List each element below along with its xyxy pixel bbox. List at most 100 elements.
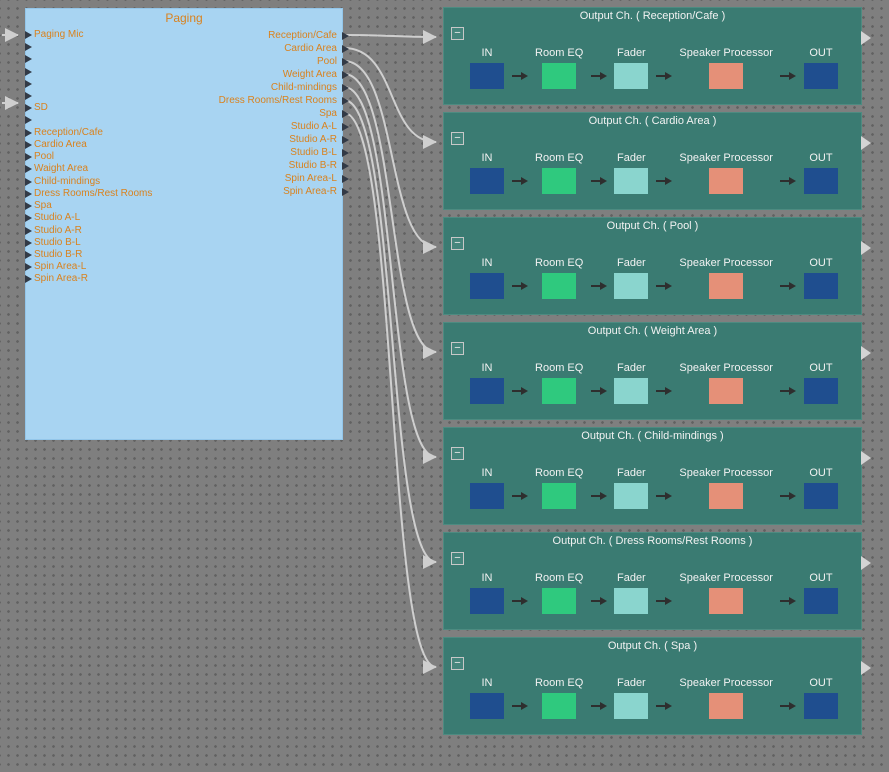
output-channel-block[interactable]: Output Ch. ( Spa ) − IN Room EQ Fader Sp… [443,637,871,735]
module-block[interactable] [614,378,649,404]
output-port-icon[interactable] [861,136,871,150]
input-port-icon[interactable] [25,104,32,112]
collapse-button[interactable]: − [451,552,464,565]
module-fader[interactable]: Fader [614,257,649,299]
module-block[interactable] [803,273,838,299]
module-in[interactable]: IN [470,362,504,404]
module-block[interactable] [803,483,838,509]
input-port-icon[interactable] [25,92,32,100]
module-block[interactable] [542,588,577,614]
module-in[interactable]: IN [470,47,504,89]
output-channel-block[interactable]: Output Ch. ( Child-mindings ) − IN Room … [443,427,871,525]
module-in[interactable]: IN [470,152,504,194]
paging-block[interactable]: Paging Paging Mic SD Reception/Cafe Card… [25,8,349,440]
module-block[interactable] [803,168,838,194]
module-block[interactable] [803,588,838,614]
output-port-icon[interactable] [342,84,349,92]
input-port-icon[interactable] [25,43,32,51]
module-block[interactable] [542,693,577,719]
module-room-eq[interactable]: Room EQ [535,362,583,404]
module-block[interactable] [470,588,504,614]
module-in[interactable]: IN [470,467,504,509]
module-block[interactable] [709,63,744,89]
module-speaker-processor[interactable]: Speaker Processor [679,257,773,299]
collapse-button[interactable]: − [451,27,464,40]
module-block[interactable] [709,693,744,719]
module-room-eq[interactable]: Room EQ [535,47,583,89]
module-out[interactable]: OUT [803,572,838,614]
module-block[interactable] [542,63,577,89]
input-port-icon[interactable] [25,153,32,161]
input-port-icon[interactable] [25,129,32,137]
input-port-icon[interactable] [25,239,32,247]
output-channel-block[interactable]: Output Ch. ( Cardio Area ) − IN Room EQ … [443,112,871,210]
output-port-icon[interactable] [342,45,349,53]
output-port-icon[interactable] [342,97,349,105]
input-port-icon[interactable] [25,190,32,198]
module-block[interactable] [614,588,649,614]
output-port-icon[interactable] [342,123,349,131]
module-block[interactable] [470,483,504,509]
module-block[interactable] [470,168,504,194]
module-block[interactable] [614,63,649,89]
module-block[interactable] [803,693,838,719]
input-port-icon[interactable] [25,55,32,63]
output-port-icon[interactable] [342,110,349,118]
module-fader[interactable]: Fader [614,572,649,614]
module-block[interactable] [470,273,504,299]
module-out[interactable]: OUT [803,152,838,194]
module-block[interactable] [470,63,504,89]
output-port-icon[interactable] [861,31,871,45]
module-speaker-processor[interactable]: Speaker Processor [679,47,773,89]
input-port-icon[interactable] [25,227,32,235]
module-out[interactable]: OUT [803,677,838,719]
module-in[interactable]: IN [470,677,504,719]
connection-wire[interactable] [343,86,437,464]
module-block[interactable] [614,273,649,299]
module-block[interactable] [542,168,577,194]
module-room-eq[interactable]: Room EQ [535,572,583,614]
input-port-icon[interactable] [25,80,32,88]
collapse-button[interactable]: − [451,447,464,460]
module-room-eq[interactable]: Room EQ [535,152,583,194]
output-port-icon[interactable] [342,136,349,144]
module-speaker-processor[interactable]: Speaker Processor [679,677,773,719]
collapse-button[interactable]: − [451,342,464,355]
module-fader[interactable]: Fader [614,152,649,194]
module-speaker-processor[interactable]: Speaker Processor [679,152,773,194]
module-room-eq[interactable]: Room EQ [535,677,583,719]
design-canvas[interactable]: Paging Paging Mic SD Reception/Cafe Card… [0,0,889,772]
collapse-button[interactable]: − [451,237,464,250]
module-block[interactable] [709,273,744,299]
module-block[interactable] [542,483,577,509]
module-block[interactable] [803,378,838,404]
input-port-icon[interactable] [25,202,32,210]
input-port-icon[interactable] [25,275,32,283]
input-port-icon[interactable] [25,31,32,39]
output-channel-block[interactable]: Output Ch. ( Reception/Cafe ) − IN Room … [443,7,871,105]
output-port-icon[interactable] [861,241,871,255]
output-port-icon[interactable] [861,661,871,675]
output-port-icon[interactable] [342,58,349,66]
module-out[interactable]: OUT [803,467,838,509]
output-port-icon[interactable] [342,162,349,170]
collapse-button[interactable]: − [451,132,464,145]
input-port-icon[interactable] [25,141,32,149]
module-block[interactable] [803,63,838,89]
module-block[interactable] [709,483,744,509]
module-fader[interactable]: Fader [614,677,649,719]
module-block[interactable] [614,168,649,194]
input-port-icon[interactable] [25,214,32,222]
module-block[interactable] [709,588,744,614]
input-port-icon[interactable] [25,116,32,124]
output-port-icon[interactable] [861,451,871,465]
module-block[interactable] [614,693,649,719]
output-port-icon[interactable] [861,346,871,360]
input-port-icon[interactable] [25,178,32,186]
output-port-icon[interactable] [342,149,349,157]
output-channel-block[interactable]: Output Ch. ( Dress Rooms/Rest Rooms ) − … [443,532,871,630]
module-block[interactable] [542,378,577,404]
module-block[interactable] [709,378,744,404]
module-in[interactable]: IN [470,257,504,299]
connection-wire[interactable] [343,29,437,44]
